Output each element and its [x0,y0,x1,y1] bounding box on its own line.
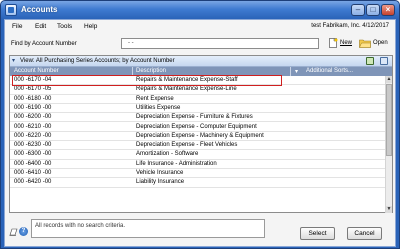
table-row[interactable]: 000 -6230 -00 Depreciation Expense - Flee… [10,141,387,151]
help-icon[interactable]: ? [19,227,28,236]
description-cell: Depreciation Expense - Furniture & Fixtu… [136,114,253,121]
table-row[interactable]: 000 -6400 -00 Life Insurance - Administra… [10,160,387,169]
account-number-search-input[interactable]: - - [121,38,319,49]
view-description: View: All Purchasing Series Accounts; by… [20,58,175,64]
vertical-scrollbar[interactable]: ▲ ▼ [385,76,392,213]
description-cell: Depreciation Expense - Machinery & Equip… [136,132,264,139]
table-row[interactable]: 000 -6220 -00 Depreciation Expense - Mach… [10,132,387,142]
view-collapse-icon[interactable]: ▾ [12,57,15,64]
account-number-cell: 000 -6200 -00 [14,114,52,121]
status-message-area: All records with no search criteria. [31,219,265,238]
table-row[interactable]: 000 -6420 -00 Liability Insurance [10,178,387,188]
account-number-cell: 000 -6180 -00 [14,95,52,102]
scroll-up-icon[interactable]: ▲ [386,76,392,83]
new-document-icon[interactable] [328,38,338,48]
description-cell: Utilities Expense [136,104,181,111]
close-icon[interactable]: × [381,4,395,16]
find-label: Find by Account Number [11,41,77,47]
scroll-thumb[interactable] [386,84,392,156]
table-row[interactable]: 000 -6180 -00 Rent Expense [10,95,387,104]
description-cell: Liability Insurance [136,179,185,186]
menu-tools[interactable]: Tools [57,23,72,30]
view-bar[interactable]: ▾ View: All Purchasing Series Accounts; … [10,56,392,67]
accounts-window: Accounts – □ × File Edit Tools Help test… [0,0,400,249]
account-number-cell: 000 -6170 -05 [14,86,52,93]
account-number-cell: 000 -6190 -00 [14,104,52,111]
accounts-list: 000 -6170 -04 Repairs & Maintenance Expen… [10,76,387,213]
title-bar[interactable]: Accounts – □ × [1,1,399,19]
company-date-context: test Fabrikam, Inc. 4/12/2017 [311,23,389,29]
account-number-cell: 000 -6420 -00 [14,179,52,186]
minimize-icon[interactable]: – [351,4,365,16]
note-icon[interactable] [9,228,18,236]
description-cell: Depreciation Expense - Computer Equipmen… [136,123,257,130]
table-row[interactable]: 000 -6300 -00 Amortization - Software [10,150,387,160]
account-number-cell: 000 -6210 -00 [14,123,52,130]
cancel-button[interactable]: Cancel [347,227,382,240]
select-button[interactable]: Select [300,227,335,240]
window-client: File Edit Tools Help test Fabrikam, Inc.… [4,19,396,247]
account-number-cell: 000 -6220 -00 [14,132,52,139]
export-icon[interactable] [380,57,388,65]
menu-edit[interactable]: Edit [35,23,46,30]
window-title: Accounts [21,5,58,14]
description-cell: Rent Expense [136,95,174,102]
open-button[interactable]: Open [373,40,388,46]
account-number-cell: 000 -6400 -00 [14,160,52,167]
additional-sorts-button[interactable]: Additional Sorts... [306,68,353,74]
description-cell: Vehicle Insurance [136,170,184,176]
scroll-down-icon[interactable]: ▼ [386,206,392,213]
description-cell: Amortization - Software [136,151,199,158]
selected-row-highlight [12,75,282,86]
account-number-cell: 000 -6300 -00 [14,151,52,158]
menu-help[interactable]: Help [84,23,97,30]
table-row[interactable]: 000 -6170 -05 Repairs & Maintenance Expen… [10,85,387,95]
description-cell: Life Insurance - Administration [136,160,217,167]
find-bar: Find by Account Number - - New Open [5,35,395,52]
account-number-cell: 000 -6410 -00 [14,170,52,176]
table-row[interactable]: 000 -6190 -00 Utilities Expense [10,104,387,114]
refresh-icon[interactable] [366,57,374,65]
open-folder-icon[interactable] [359,38,371,48]
account-number-cell: 000 -6230 -00 [14,142,52,149]
status-text: All records with no search criteria. [35,223,126,229]
description-cell: Depreciation Expense - Fleet Vehicles [136,142,238,149]
new-button[interactable]: New [340,40,352,46]
menu-file[interactable]: File [12,23,22,30]
app-icon [5,4,17,16]
maximize-icon[interactable]: □ [366,4,380,16]
column-description[interactable]: Description [136,68,166,74]
column-separator [290,67,291,76]
description-cell: Repairs & Maintenance Expense-Line [136,86,237,93]
table-row[interactable]: 000 -6210 -00 Depreciation Expense - Comp… [10,123,387,132]
table-row[interactable]: 000 -6410 -00 Vehicle Insurance [10,169,387,179]
column-account-number[interactable]: Account Number [14,68,59,74]
table-row[interactable]: 000 -6200 -00 Depreciation Expense - Furn… [10,113,387,123]
menu-bar: File Edit Tools Help test Fabrikam, Inc.… [5,20,395,33]
sort-dropdown-icon[interactable]: ▾ [295,68,298,75]
accounts-grid: ▾ View: All Purchasing Series Accounts; … [9,55,393,213]
